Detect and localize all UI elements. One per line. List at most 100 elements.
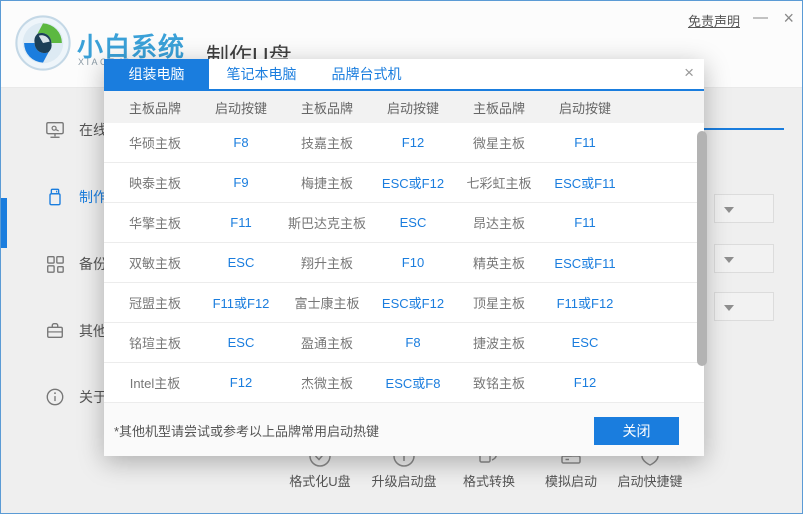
sidebar-item-about[interactable]: 关于 <box>45 386 107 408</box>
background-tab-underline <box>704 128 784 130</box>
motherboard-brand: 技嘉主板 <box>284 133 370 152</box>
table-row: 铭瑄主板ESC盈通主板F8捷波主板ESC <box>104 323 704 363</box>
motherboard-brand: 七彩虹主板 <box>456 173 542 192</box>
boot-key-value: F12 <box>542 375 628 390</box>
table-row: 华擎主板F11斯巴达克主板ESC昂达主板F11 <box>104 203 704 243</box>
boot-key-value: F11 <box>542 135 628 150</box>
boot-key-value: ESC <box>542 335 628 350</box>
toolbar-item-label: 格式转换 <box>447 471 531 490</box>
boot-key-value: F8 <box>198 135 284 150</box>
sidebar-item-online-reinstall[interactable]: 在线 <box>45 119 107 141</box>
disclaimer-link[interactable]: 免责声明 <box>688 11 740 30</box>
motherboard-brand: 华硕主板 <box>112 133 198 152</box>
dialog-footer: *其他机型请尝试或参考以上品牌常用启动热键 关闭 <box>104 403 704 456</box>
motherboard-brand: 捷波主板 <box>456 333 542 352</box>
boot-key-value: F11 <box>198 215 284 230</box>
dialog-tab-bar: 组装电脑 笔记本电脑 品牌台式机 × <box>104 59 704 91</box>
background-dropdown[interactable] <box>714 244 774 273</box>
column-header: 启动按键 <box>542 98 628 117</box>
boot-key-value: F10 <box>370 255 456 270</box>
motherboard-brand: 斯巴达克主板 <box>284 213 370 232</box>
motherboard-brand: 铭瑄主板 <box>112 333 198 352</box>
column-header: 主板品牌 <box>112 98 198 117</box>
motherboard-brand: 盈通主板 <box>284 333 370 352</box>
online-reinstall-icon <box>45 120 65 140</box>
boot-key-value: F12 <box>198 375 284 390</box>
motherboard-brand: 富士康主板 <box>284 293 370 312</box>
backup-restore-icon <box>45 254 65 274</box>
motherboard-brand: 致铭主板 <box>456 373 542 392</box>
tab-brand-desktop[interactable]: 品牌台式机 <box>314 59 419 89</box>
app-window: 小白系统 XIAOBAI 免责声明 — × 制作U盘 在线 制作 <box>0 0 803 514</box>
boot-key-table-body: 华硕主板F8技嘉主板F12微星主板F11映泰主板F9梅捷主板ESC或F12七彩虹… <box>104 123 704 403</box>
chevron-down-icon <box>724 257 734 263</box>
motherboard-brand: 冠盟主板 <box>112 293 198 312</box>
boot-key-value: ESC <box>198 255 284 270</box>
motherboard-brand: 映泰主板 <box>112 173 198 192</box>
boot-key-value: ESC或F11 <box>542 253 628 272</box>
motherboard-brand: Intel主板 <box>112 373 198 392</box>
sidebar-item-make-usb[interactable]: 制作 <box>45 186 107 208</box>
column-header: 主板品牌 <box>284 98 370 117</box>
boot-key-value: ESC <box>198 335 284 350</box>
motherboard-brand: 杰微主板 <box>284 373 370 392</box>
boot-key-value: F8 <box>370 335 456 350</box>
sidebar-item-backup-restore[interactable]: 备份 <box>45 253 107 275</box>
tab-laptop[interactable]: 笔记本电脑 <box>209 59 314 89</box>
motherboard-brand: 双敏主板 <box>112 253 198 272</box>
table-row: 映泰主板F9梅捷主板ESC或F12七彩虹主板ESC或F11 <box>104 163 704 203</box>
footer-note: *其他机型请尝试或参考以上品牌常用启动热键 <box>114 421 379 440</box>
column-header: 主板品牌 <box>456 98 542 117</box>
toolbar-item-label: 启动快捷键 <box>608 471 692 490</box>
motherboard-brand: 微星主板 <box>456 133 542 152</box>
toolbar-item-label: 升级启动盘 <box>362 471 446 490</box>
boot-key-value: F11或F12 <box>542 293 628 312</box>
sidebar-item-label: 在线 <box>79 120 107 140</box>
table-row: 冠盟主板F11或F12富士康主板ESC或F12顶星主板F11或F12 <box>104 283 704 323</box>
app-logo-icon <box>15 15 71 71</box>
toolbar-item-label: 格式化U盘 <box>278 471 362 490</box>
background-dropdown[interactable] <box>714 194 774 223</box>
toolbar-item-label: 模拟启动 <box>529 471 613 490</box>
motherboard-brand: 昂达主板 <box>456 213 542 232</box>
modal-scrollbar[interactable] <box>697 131 707 366</box>
background-dropdown[interactable] <box>714 292 774 321</box>
sidebar-item-other-tools[interactable]: 其他 <box>45 320 107 342</box>
boot-key-value: F11或F12 <box>198 293 284 312</box>
boot-hotkey-dialog: 组装电脑 笔记本电脑 品牌台式机 × 主板品牌启动按键主板品牌启动按键主板品牌启… <box>104 59 704 456</box>
usb-drive-icon <box>45 187 65 207</box>
boot-key-value: F11 <box>542 215 628 230</box>
column-header: 启动按键 <box>198 98 284 117</box>
boot-key-value: ESC或F12 <box>370 173 456 192</box>
tab-assembled-pc[interactable]: 组装电脑 <box>104 59 209 89</box>
table-row: 华硕主板F8技嘉主板F12微星主板F11 <box>104 123 704 163</box>
close-dialog-button[interactable]: 关闭 <box>594 417 679 445</box>
column-header: 启动按键 <box>370 98 456 117</box>
sidebar-item-label: 其他 <box>79 321 107 341</box>
sidebar-selection-indicator <box>1 198 7 248</box>
motherboard-brand: 精英主板 <box>456 253 542 272</box>
boot-key-value: ESC或F11 <box>542 173 628 192</box>
table-row: Intel主板F12杰微主板ESC或F8致铭主板F12 <box>104 363 704 403</box>
minimize-button[interactable]: — <box>753 9 768 26</box>
sidebar-item-label: 关于 <box>79 387 107 407</box>
table-row: 双敏主板ESC翔升主板F10精英主板ESC或F11 <box>104 243 704 283</box>
chevron-down-icon <box>724 207 734 213</box>
boot-key-value: ESC <box>370 215 456 230</box>
window-close-button[interactable]: × <box>783 8 794 29</box>
boot-key-value: F12 <box>370 135 456 150</box>
sidebar-item-label: 备份 <box>79 254 107 274</box>
boot-key-value: F9 <box>198 175 284 190</box>
motherboard-brand: 华擎主板 <box>112 213 198 232</box>
motherboard-brand: 顶星主板 <box>456 293 542 312</box>
sidebar-item-label: 制作 <box>79 187 107 207</box>
table-header-row: 主板品牌启动按键主板品牌启动按键主板品牌启动按键 <box>104 91 704 123</box>
motherboard-brand: 翔升主板 <box>284 253 370 272</box>
boot-key-value: ESC或F8 <box>370 373 456 392</box>
toolbox-icon <box>45 321 65 341</box>
motherboard-brand: 梅捷主板 <box>284 173 370 192</box>
boot-key-value: ESC或F12 <box>370 293 456 312</box>
info-icon <box>45 387 65 407</box>
chevron-down-icon <box>724 305 734 311</box>
dialog-close-icon[interactable]: × <box>684 63 694 83</box>
